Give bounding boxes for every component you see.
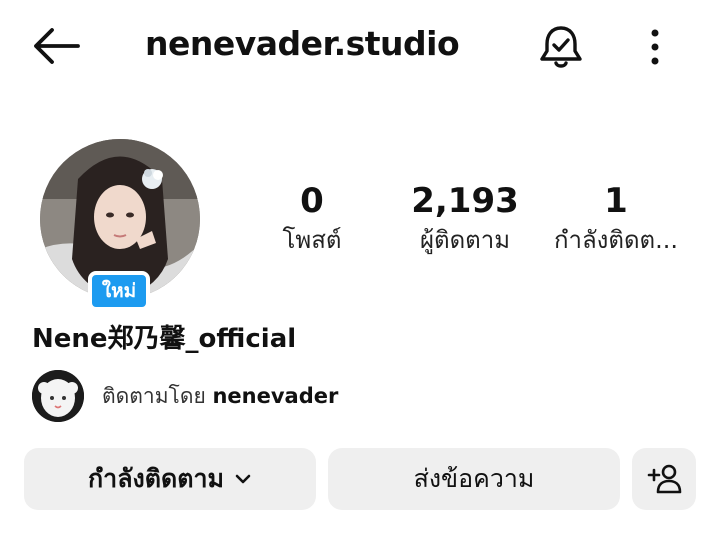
message-button[interactable]: ส่งข้อความ xyxy=(328,448,620,510)
chevron-down-icon xyxy=(235,474,251,484)
message-button-label: ส่งข้อความ xyxy=(413,464,535,493)
followers-count: 2,193 xyxy=(411,181,519,221)
followed-by-user: nenevader xyxy=(212,383,339,408)
stat-followers[interactable]: 2,193 ผู้ติดตาม xyxy=(400,180,530,258)
following-count: 1 xyxy=(604,181,628,221)
followed-by[interactable]: ติดตามโดย nenevader xyxy=(32,370,338,422)
followed-by-prefix: ติดตามโดย xyxy=(102,383,206,408)
bell-check-icon xyxy=(540,26,582,68)
followers-label: ผู้ติดตาม xyxy=(419,226,511,254)
posts-label: โพสต์ xyxy=(282,226,342,254)
stat-following[interactable]: 1 กำลังติดต... xyxy=(546,180,686,258)
top-bar: nenevader.studio xyxy=(0,0,719,92)
following-label: กำลังติดต... xyxy=(553,226,679,254)
display-name: Nene郑乃馨_official xyxy=(32,324,297,354)
arrow-left-icon xyxy=(34,28,80,64)
add-user-button[interactable] xyxy=(632,448,696,510)
add-user-icon xyxy=(647,464,682,494)
mutual-follower-avatar xyxy=(32,370,84,422)
following-button[interactable]: กำลังติดตาม xyxy=(24,448,316,510)
page-title: nenevader.studio xyxy=(145,24,460,63)
stat-posts[interactable]: 0 โพสต์ xyxy=(262,180,362,258)
more-options-button[interactable] xyxy=(642,27,668,67)
notifications-button[interactable] xyxy=(538,23,584,71)
new-badge: ใหม่ xyxy=(88,271,150,311)
posts-count: 0 xyxy=(300,181,324,221)
following-button-label: กำลังติดตาม xyxy=(88,464,224,493)
more-vertical-icon xyxy=(651,29,659,65)
back-button[interactable] xyxy=(30,26,82,66)
